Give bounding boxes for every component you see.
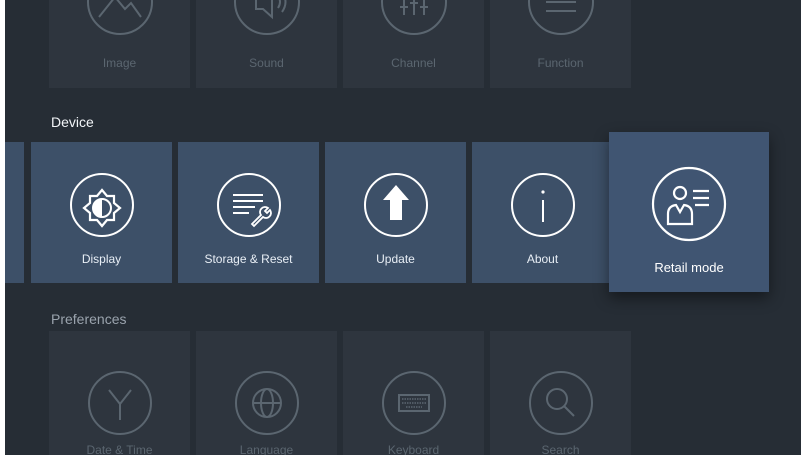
tile-channel[interactable]: Channel — [343, 0, 484, 88]
brightness-icon — [70, 173, 134, 237]
tile-language-label: Language — [239, 443, 294, 455]
tile-date-time-label: Date & Time — [86, 443, 153, 455]
menu-lines-icon — [528, 0, 594, 35]
settings-screen: Image Sound Channel Function Device Disp… — [5, 0, 801, 455]
tile-sound-label: Sound — [249, 56, 284, 70]
tile-channel-label: Channel — [391, 56, 436, 70]
tile-about-label: About — [526, 252, 559, 266]
tile-display[interactable]: Display — [31, 142, 172, 283]
tile-image[interactable]: Image — [49, 0, 190, 88]
keyboard-icon — [382, 371, 446, 435]
tile-partial-left[interactable] — [5, 142, 24, 283]
tile-retail-mode[interactable]: Retail mode — [609, 132, 769, 292]
storage-wrench-icon — [217, 173, 281, 237]
tile-keyboard[interactable]: Keyboard — [343, 331, 484, 455]
tile-image-label: Image — [102, 56, 137, 70]
tile-about[interactable]: About — [472, 142, 613, 283]
search-icon — [529, 371, 593, 435]
device-section-title: Device — [51, 114, 94, 130]
tile-language[interactable]: Language — [196, 331, 337, 455]
tile-date-time[interactable]: Date & Time — [49, 331, 190, 455]
tile-storage-reset[interactable]: Storage & Reset — [178, 142, 319, 283]
speaker-icon — [234, 0, 300, 35]
tile-function[interactable]: Function — [490, 0, 631, 88]
tile-function-label: Function — [537, 56, 584, 70]
retail-person-icon — [651, 166, 727, 242]
info-icon — [511, 173, 575, 237]
tile-storage-reset-label: Storage & Reset — [204, 252, 293, 266]
tile-update-label: Update — [376, 252, 415, 266]
globe-icon — [235, 371, 299, 435]
channel-icon — [381, 0, 447, 35]
preferences-section-title: Preferences — [51, 311, 127, 327]
tile-search-label: Search — [541, 443, 580, 455]
tile-search[interactable]: Search — [490, 331, 631, 455]
tile-display-label: Display — [81, 252, 122, 266]
tile-retail-mode-label: Retail mode — [654, 260, 724, 275]
clock-icon — [88, 371, 152, 435]
tile-keyboard-label: Keyboard — [387, 443, 440, 455]
tile-update[interactable]: Update — [325, 142, 466, 283]
tile-sound[interactable]: Sound — [196, 0, 337, 88]
arrow-up-icon — [364, 173, 428, 237]
image-icon — [87, 0, 153, 35]
